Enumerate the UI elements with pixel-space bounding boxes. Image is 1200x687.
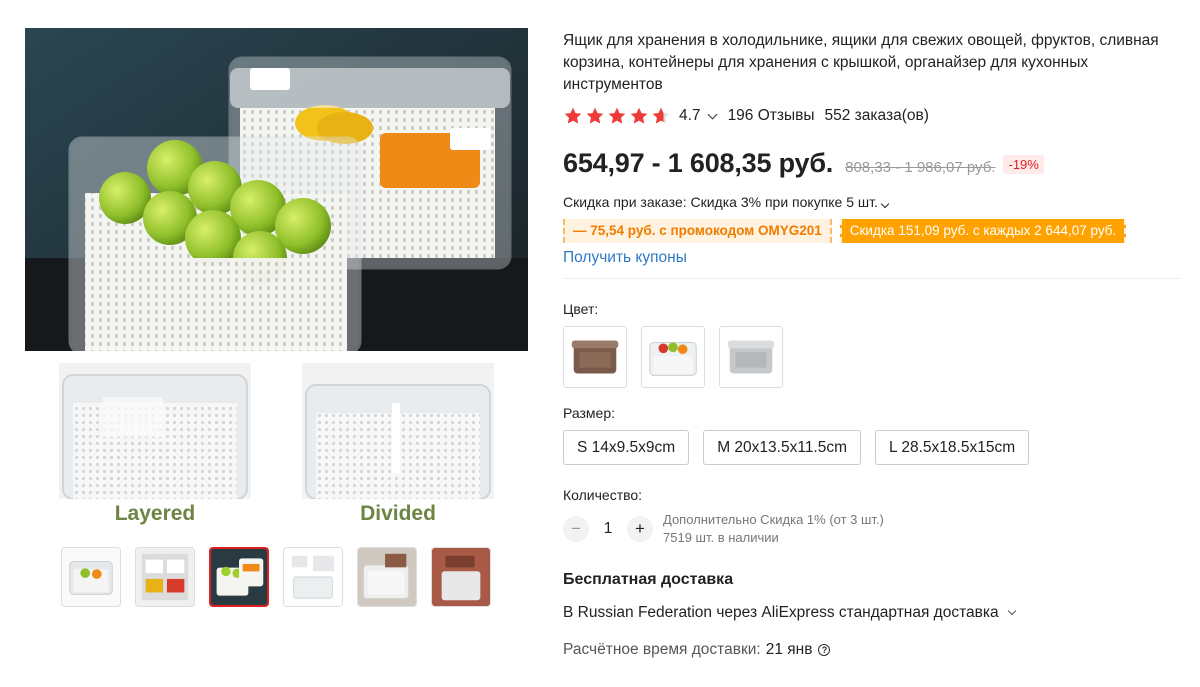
quantity-stepper: − 1 + Дополнительно Скидка 1% (от 3 шт.)… <box>563 511 884 547</box>
old-price: 808,33 - 1 986,07 руб. <box>845 159 996 176</box>
quantity-info: Дополнительно Скидка 1% (от 3 шт.) 7519 … <box>663 511 884 547</box>
shipping-method-text: В Russian Federation через AliExpress ст… <box>563 604 999 621</box>
star-icon <box>564 107 582 124</box>
color-options <box>563 326 783 388</box>
chevron-down-icon[interactable] <box>880 199 890 209</box>
price-row: 654,97 - 1 608,35 руб. 808,33 - 1 986,07… <box>563 148 1044 179</box>
quantity-input[interactable]: 1 <box>589 520 627 538</box>
size-option-m[interactable]: M 20x13.5x11.5cm <box>703 430 862 465</box>
thumbnail-2[interactable] <box>135 547 195 607</box>
shipping-title: Бесплатная доставка <box>563 571 734 588</box>
product-title: Ящик для хранения в холодильнике, ящики … <box>563 32 1159 93</box>
quantity-minus-button[interactable]: − <box>563 516 589 542</box>
color-label: Цвет: <box>563 301 599 317</box>
shipping-method-selector[interactable]: В Russian Federation через AliExpress ст… <box>563 604 1016 622</box>
promo-code-tag[interactable]: — 75,54 руб. с промокодом OMYG201 <box>563 219 832 243</box>
size-label: Размер: <box>563 405 616 421</box>
divider <box>563 278 1180 279</box>
layered-caption: Layered <box>114 502 196 525</box>
get-coupons-link[interactable]: Получить купоны <box>563 249 687 267</box>
layered-variant-image <box>59 363 251 499</box>
color-option-clear[interactable] <box>641 326 705 388</box>
size-options: S 14x9.5x9cm M 20x13.5x11.5cm L 28.5x18.… <box>563 430 1030 465</box>
thumbnail-6[interactable] <box>431 547 491 607</box>
order-discount-info[interactable]: Скидка при заказе: Скидка 3% при покупке… <box>563 194 890 210</box>
quantity-label: Количество: <box>563 487 643 503</box>
thumbnail-1[interactable] <box>61 547 121 607</box>
star-icon <box>586 107 604 124</box>
current-price: 654,97 - 1 608,35 руб. <box>563 148 834 178</box>
quantity-discount-text: Дополнительно Скидка 1% (от 3 шт.) <box>663 512 884 527</box>
orders-count: 552 заказа(ов) <box>824 107 929 124</box>
thumbnail-4[interactable] <box>283 547 343 607</box>
eta-label: Расчётное время доставки: <box>563 641 761 658</box>
size-option-l[interactable]: L 28.5x18.5x15cm <box>875 430 1030 465</box>
delivery-eta: Расчётное время доставки: 21 янв ? <box>563 641 831 659</box>
color-option-grey[interactable] <box>719 326 783 388</box>
size-option-s[interactable]: S 14x9.5x9cm <box>563 430 690 465</box>
rating-row: 4.7 196 Отзывы 552 заказа(ов) <box>563 104 929 128</box>
color-option-brown[interactable] <box>563 326 627 388</box>
chevron-down-icon[interactable] <box>707 109 718 119</box>
thumbnail-strip <box>61 547 493 607</box>
reviews-link[interactable]: 196 Отзывы <box>728 107 815 125</box>
eta-date: 21 янв <box>765 641 813 658</box>
star-icon <box>630 107 648 124</box>
thumbnail-3[interactable] <box>209 547 269 607</box>
threshold-discount-tag[interactable]: Скидка 151,09 руб. с каждых 2 644,07 руб… <box>839 219 1127 243</box>
stock-text: 7519 шт. в наличии <box>663 530 779 545</box>
main-product-photo[interactable] <box>25 28 528 351</box>
rating-stars <box>563 106 671 126</box>
rating-value[interactable]: 4.7 <box>679 107 701 125</box>
chevron-down-icon[interactable] <box>1007 606 1016 616</box>
star-icon <box>608 107 626 124</box>
discount-badge: -19% <box>1003 155 1044 174</box>
half-star-icon <box>652 107 670 124</box>
help-icon[interactable]: ? <box>818 644 831 656</box>
quantity-plus-button[interactable]: + <box>627 516 653 542</box>
order-discount-text: Скидка при заказе: Скидка 3% при покупке… <box>563 194 878 210</box>
thumbnail-5[interactable] <box>357 547 417 607</box>
divided-caption: Divided <box>360 502 436 525</box>
promo-row: — 75,54 руб. с промокодом OMYG201 Скидка… <box>563 219 1127 243</box>
divided-variant-image <box>302 363 494 499</box>
